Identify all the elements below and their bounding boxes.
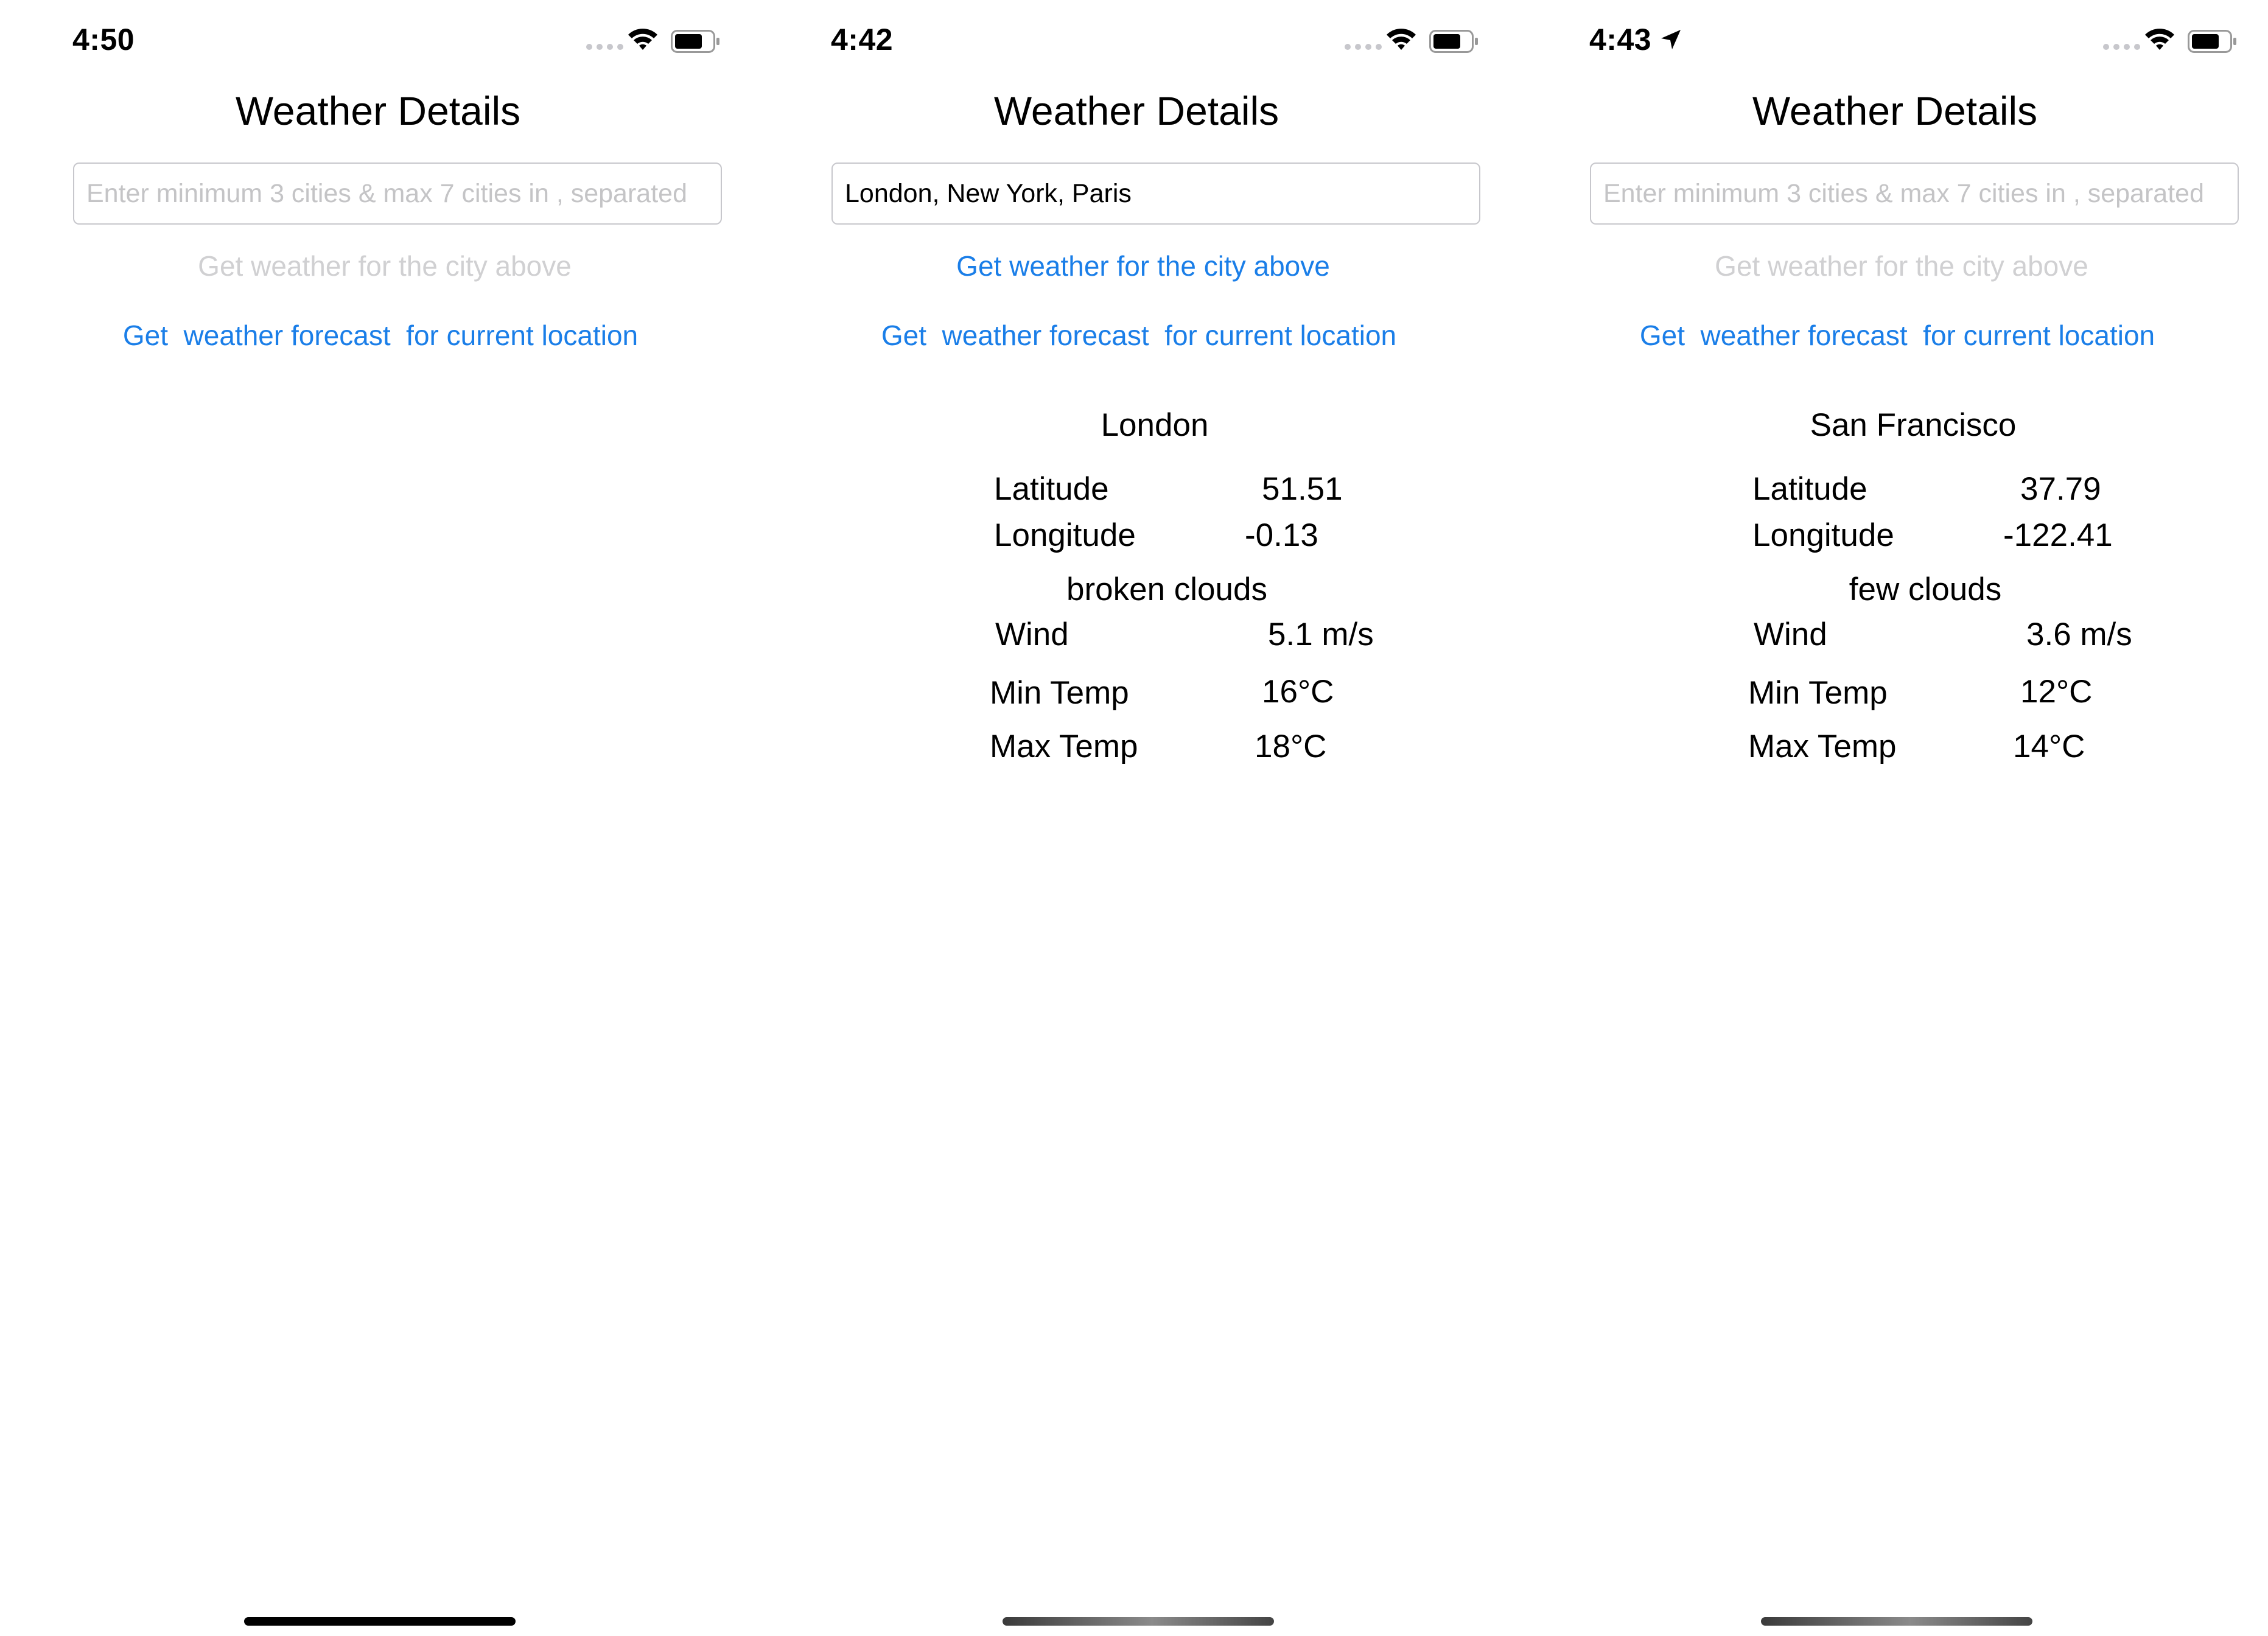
get-city-weather-button[interactable]: Get weather for the city above — [0, 250, 756, 282]
longitude-label: Longitude — [1752, 517, 1894, 553]
latitude-value: 51.51 — [1262, 471, 1343, 507]
wind-value: 5.1 m/s — [1268, 617, 1374, 652]
longitude-label: Longitude — [994, 517, 1136, 553]
min-temp-value: 16°C — [1262, 674, 1334, 710]
weather-city-name: San Francisco — [1810, 407, 2017, 443]
home-indicator[interactable] — [1761, 1617, 2032, 1626]
wind-label: Wind — [1754, 617, 1827, 652]
home-indicator[interactable] — [1003, 1617, 1274, 1626]
screens-container: 4:50 Weather Details Get weather for the… — [0, 0, 2268, 1636]
max-temp-value: 18°C — [1255, 729, 1327, 764]
status-bar: 4:50 — [0, 0, 756, 79]
min-temp-label: Min Temp — [990, 675, 1129, 711]
phone-screen-san-francisco: 4:43 Weather Details Get weather for the… — [1517, 0, 2268, 1636]
wind-label: Wind — [995, 617, 1069, 652]
wifi-icon — [628, 29, 657, 50]
cellular-signal-icon — [586, 44, 623, 50]
phone-screen-london: 4:42 Weather Details Get weather for the… — [758, 0, 1514, 1636]
max-temp-label: Max Temp — [1748, 729, 1897, 764]
max-temp-value: 14°C — [2013, 729, 2085, 764]
latitude-label: Latitude — [994, 471, 1109, 507]
status-time: 4:50 — [72, 23, 135, 57]
longitude-value: -0.13 — [1245, 517, 1318, 553]
page-title: Weather Details — [235, 88, 521, 133]
weather-result: San Francisco Latitude 37.79 Longitude -… — [1517, 0, 2268, 791]
max-temp-label: Max Temp — [990, 729, 1138, 764]
longitude-value: -122.41 — [2003, 517, 2113, 553]
home-indicator[interactable] — [244, 1617, 516, 1626]
wind-value: 3.6 m/s — [2026, 617, 2132, 652]
get-location-forecast-button[interactable]: Get weather forecast for current locatio… — [0, 319, 756, 352]
battery-icon — [671, 30, 719, 53]
min-temp-label: Min Temp — [1748, 675, 1888, 711]
latitude-value: 37.79 — [2020, 471, 2101, 507]
weather-description: broken clouds — [1066, 572, 1267, 607]
latitude-label: Latitude — [1752, 471, 1867, 507]
city-input[interactable] — [73, 163, 722, 225]
weather-city-name: London — [1101, 407, 1209, 443]
weather-result: London Latitude 51.51 Longitude -0.13 br… — [758, 0, 1514, 791]
phone-screen-empty: 4:50 Weather Details Get weather for the… — [0, 0, 756, 1636]
weather-description: few clouds — [1849, 572, 2002, 607]
min-temp-value: 12°C — [2020, 674, 2093, 710]
